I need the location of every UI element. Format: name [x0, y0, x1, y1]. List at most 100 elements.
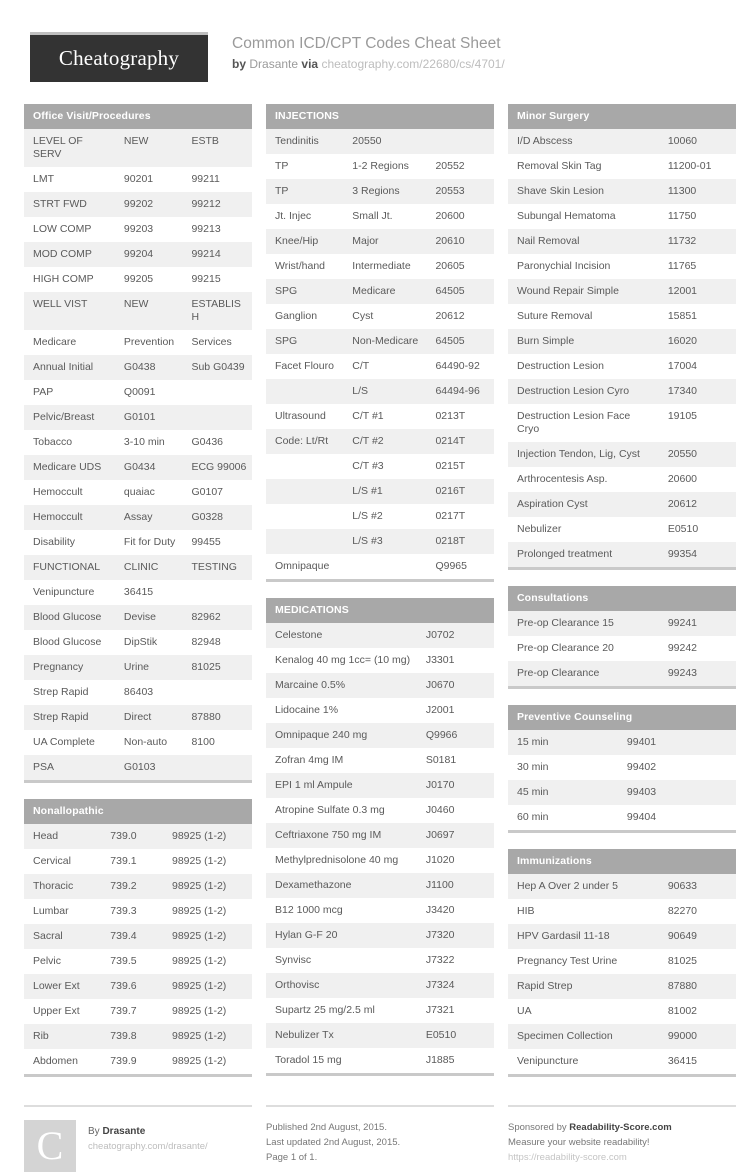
table-row: Rib 739.8 98925 (1-2) — [24, 1024, 252, 1049]
sponsor-name[interactable]: Readability-Score.com — [569, 1122, 671, 1133]
table-cell: L/S #3 — [343, 529, 427, 554]
table-cell: J7324 — [416, 973, 494, 998]
table-cell: EPI 1 ml Ampule — [266, 773, 417, 798]
table-row: C/T #3 0215T — [266, 454, 494, 479]
table-row: Venipuncture 36415 — [508, 1049, 736, 1074]
table-cell: 81002 — [658, 999, 736, 1024]
table-cell: 98925 (1-2) — [163, 899, 252, 924]
table-cell: Celestone — [266, 623, 417, 648]
sponsor-url[interactable]: https://readability-score.com — [508, 1150, 736, 1165]
table-cell: 64505 — [426, 329, 494, 354]
table-row: Orthovisc J7324 — [266, 973, 494, 998]
content-columns: Office Visit/Procedures LEVEL OF SERV NEW E… — [0, 78, 750, 1093]
section: INJECTIONS Tendinitis 20550 TP 1-2 Regions 20… — [266, 104, 494, 582]
table-cell: LMT — [24, 167, 115, 192]
footer-author-name: By Drasante — [88, 1124, 208, 1139]
table-cell: Venipuncture — [24, 580, 115, 605]
author-name[interactable]: Drasante — [249, 57, 298, 71]
table-cell: Ceftriaxone 750 mg IM — [266, 823, 417, 848]
table-cell: Removal Skin Tag — [508, 154, 659, 179]
table-cell: 98925 (1-2) — [163, 1024, 252, 1049]
table-cell: Dexamethazone — [266, 873, 417, 898]
table-cell: CLINIC — [114, 555, 183, 580]
table-cell: J7320 — [416, 923, 494, 948]
table-cell: 739.9 — [101, 1049, 163, 1074]
table-cell: 739.1 — [101, 849, 163, 874]
table-cell — [266, 504, 344, 529]
table-cell: SPG — [266, 279, 344, 304]
table-row: L/S #2 0217T — [266, 504, 494, 529]
table-row: Pelvic 739.5 98925 (1-2) — [24, 949, 252, 974]
table-cell: 36415 — [658, 1049, 736, 1074]
table-row: 45 min 99403 — [508, 780, 736, 805]
table-cell — [266, 379, 344, 404]
section-header: Preventive Counseling — [508, 705, 736, 730]
table-row: Jt. Injec Small Jt. 20600 — [266, 204, 494, 229]
table-cell: 90201 — [114, 167, 183, 192]
table-cell: Omnipaque 240 mg — [266, 723, 417, 748]
table-cell: Wound Repair Simple — [508, 279, 659, 304]
table-cell: 739.7 — [101, 999, 163, 1024]
table-cell: Medicare UDS — [24, 455, 115, 480]
table-cell: quaiac — [114, 480, 183, 505]
table-cell: 90649 — [658, 924, 736, 949]
source-url-link[interactable]: cheatography.com/22680/cs/4701/ — [321, 57, 504, 71]
table-cell: Hylan G-F 20 — [266, 923, 417, 948]
table-cell: 99204 — [114, 242, 183, 267]
table-cell: 17004 — [658, 354, 736, 379]
section: Consultations Pre-op Clearance 15 99241 Pre… — [508, 586, 736, 689]
table-cell: 86403 — [114, 680, 183, 705]
table-cell: C/T #1 — [343, 404, 427, 429]
table-cell: 10060 — [658, 129, 736, 154]
table-cell: Cyst — [343, 304, 427, 329]
table-cell: LOW COMP — [24, 217, 115, 242]
table-cell: Nebulizer — [508, 517, 659, 542]
sponsor-label: Sponsored by — [508, 1122, 567, 1133]
table-cell: Tobacco — [24, 430, 115, 455]
table-cell: Hemoccult — [24, 505, 115, 530]
table-cell — [266, 529, 344, 554]
table-cell: 99401 — [617, 730, 736, 755]
table-cell: 739.2 — [101, 874, 163, 899]
cheatography-logo[interactable]: Cheatography — [30, 32, 208, 82]
table-row: PSA G0103 — [24, 755, 252, 780]
footer-by-label: By — [88, 1126, 100, 1137]
column-right: Minor Surgery I/D Abscess 10060 Removal Ski… — [508, 104, 736, 1093]
table-cell: Hemoccult — [24, 480, 115, 505]
table-row: Thoracic 739.2 98925 (1-2) — [24, 874, 252, 899]
table-cell: Destruction Lesion Cyro — [508, 379, 659, 404]
table-row: L/S #1 0216T — [266, 479, 494, 504]
table-cell — [343, 554, 427, 579]
table-cell — [266, 454, 344, 479]
table-row: Dexamethazone J1100 — [266, 873, 494, 898]
table-cell: 98925 (1-2) — [163, 974, 252, 999]
footer-author-url[interactable]: cheatography.com/drasante/ — [88, 1139, 208, 1154]
table-row: Venipuncture 36415 — [24, 580, 252, 605]
table-cell: G0438 — [114, 355, 183, 380]
table-cell: 739.6 — [101, 974, 163, 999]
table-cell: J3420 — [416, 898, 494, 923]
table-row: I/D Abscess 10060 — [508, 129, 736, 154]
section-table: Celestone J0702 Kenalog 40 mg 1cc= (10 mg)… — [266, 623, 494, 1073]
table-cell: 0215T — [426, 454, 494, 479]
table-cell: 11732 — [658, 229, 736, 254]
table-cell: C/T — [343, 354, 427, 379]
table-row: SPG Medicare 64505 — [266, 279, 494, 304]
table-cell: L/S #2 — [343, 504, 427, 529]
table-cell: Injection Tendon, Lig, Cyst — [508, 442, 659, 467]
table-row: Arthrocentesis Asp. 20600 — [508, 467, 736, 492]
table-cell — [426, 129, 494, 154]
table-cell: Abdomen — [24, 1049, 102, 1074]
table-cell: 98925 (1-2) — [163, 824, 252, 849]
footer-author[interactable]: Drasante — [102, 1126, 145, 1137]
table-cell: 99214 — [182, 242, 252, 267]
table-cell: Pre-op Clearance — [508, 661, 659, 686]
table-cell: 99404 — [617, 805, 736, 830]
table-cell: Pelvic/Breast — [24, 405, 115, 430]
table-row: Hylan G-F 20 J7320 — [266, 923, 494, 948]
table-row: Blood Glucose DipStik 82948 — [24, 630, 252, 655]
table-row: MOD COMP 99204 99214 — [24, 242, 252, 267]
table-cell: J3301 — [416, 648, 494, 673]
table-cell: Disability — [24, 530, 115, 555]
title-block: Common ICD/CPT Codes Cheat Sheet by Dras… — [232, 32, 505, 72]
